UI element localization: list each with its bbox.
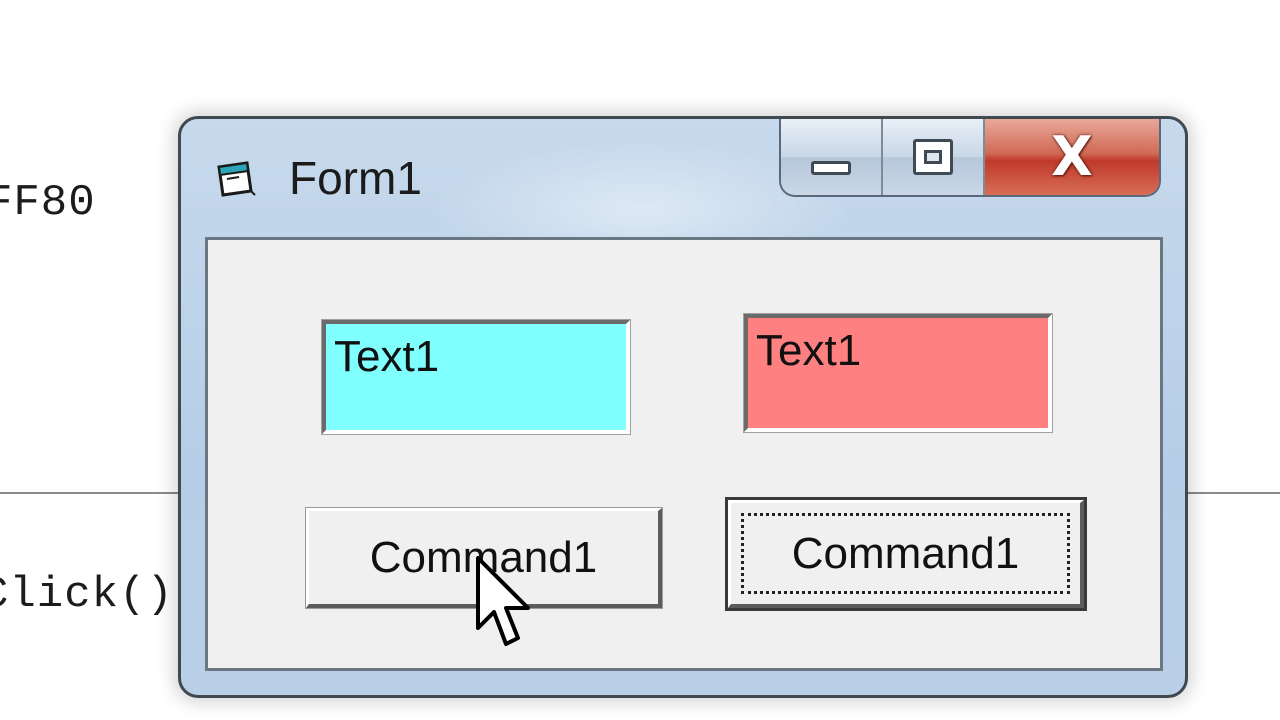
window-title: Form1 bbox=[289, 152, 422, 204]
close-button[interactable]: X bbox=[985, 119, 1159, 195]
text1-cyan-textbox[interactable]: Text1 bbox=[321, 319, 631, 435]
minimize-button[interactable] bbox=[781, 119, 883, 195]
code-line-color-constant: FF80 bbox=[0, 178, 96, 228]
command1-right-label: Command1 bbox=[791, 528, 1020, 578]
text1-red-textbox[interactable]: Text1 bbox=[743, 313, 1053, 433]
command1-button-right[interactable]: Command1 bbox=[725, 497, 1087, 611]
code-line-click-handler: Click() bbox=[0, 570, 174, 620]
arrow-cursor-icon bbox=[476, 556, 530, 646]
form-window-icon bbox=[217, 161, 256, 197]
caption-buttons: X bbox=[779, 119, 1161, 197]
close-icon: X bbox=[1051, 125, 1093, 188]
minimize-icon bbox=[811, 161, 851, 175]
maximize-button[interactable] bbox=[883, 119, 985, 195]
maximize-icon bbox=[913, 139, 953, 175]
